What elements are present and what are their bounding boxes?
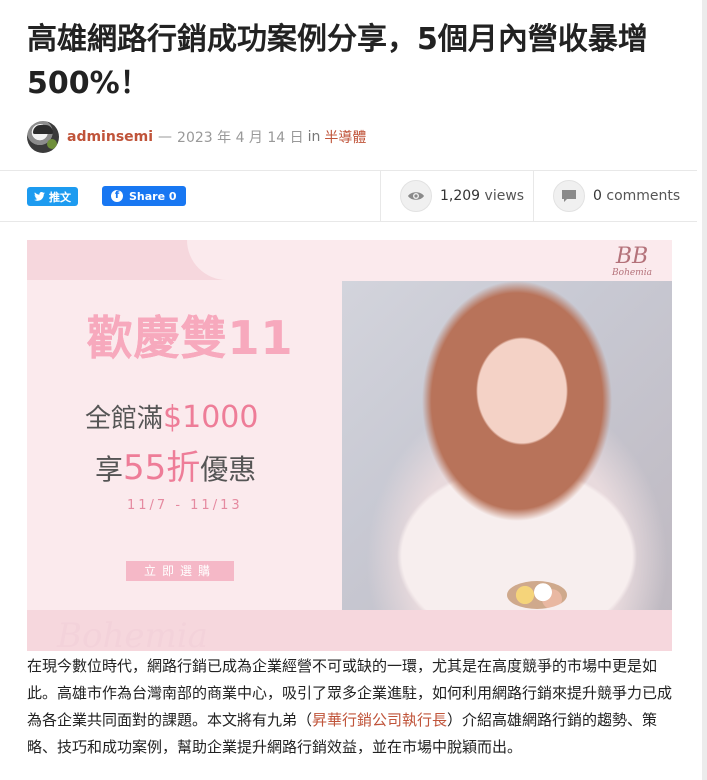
banner-top-wave <box>187 240 672 280</box>
eye-icon <box>400 180 432 212</box>
promo-dates: 11/7 - 11/13 <box>127 498 243 513</box>
shop-now-button[interactable]: 立即選購 <box>126 561 234 581</box>
views-label: views <box>484 188 525 204</box>
promo-title: 歡慶雙11 <box>86 311 294 365</box>
meta-in-word: in <box>307 129 321 145</box>
views-text: 1,209 views <box>440 188 524 204</box>
article-title: 高雄網路行銷成功案例分享，5個月內營收暴增500%！ <box>27 22 648 101</box>
facebook-share-label: Share 0 <box>129 189 177 203</box>
speech-bubble-icon <box>553 180 585 212</box>
scrollbar-track[interactable] <box>702 0 707 780</box>
banner-top-curve <box>27 240 192 280</box>
twitter-share-label: 推文 <box>49 190 71 204</box>
article-intro-paragraph: 在現今數位時代，網路行銷已成為企業經營不可或缺的一環，尤其是在高度競爭的市場中更… <box>27 653 672 761</box>
avatar-hat-shape <box>33 125 53 134</box>
views-counter: 1,209 views <box>380 171 534 221</box>
article-page: 高雄網路行銷成功案例分享，5個月內營收暴增500%！ adminsemi — 2… <box>0 0 707 780</box>
brand-logo-name: Bohemia <box>612 268 652 278</box>
bird-icon <box>34 192 45 201</box>
promo-threshold-line: 全館滿$1000 <box>85 398 258 435</box>
brand-logo: BB Bohemia <box>602 244 662 279</box>
brand-logo-mark: BB <box>615 244 649 269</box>
comments-text: 0 comments <box>593 188 680 204</box>
promo-threshold-prefix: 全館滿 <box>85 404 164 434</box>
author-title-link[interactable]: 昇華行銷公司執行長 <box>312 711 447 729</box>
author-link[interactable]: adminsemi <box>67 129 153 145</box>
comments-count: 0 <box>593 188 602 204</box>
promo-banner-image[interactable]: BB Bohemia 歡慶雙11 全館滿$1000 享55折優惠 11/7 - … <box>27 240 672 651</box>
flower-bouquet-shape <box>507 581 567 609</box>
views-count: 1,209 <box>440 188 481 204</box>
comments-label: comments <box>606 188 681 204</box>
publish-date: 2023 年 4 月 14 日 <box>177 130 304 146</box>
category-link[interactable]: 半導體 <box>324 127 366 147</box>
avatar-leaf-shape <box>47 139 57 149</box>
model-photo <box>342 281 672 610</box>
promo-discount-value: 55折 <box>123 448 201 488</box>
share-bar: 推文 f Share 0 1,209 views 0 comments <box>0 170 697 222</box>
twitter-share-button[interactable]: 推文 <box>27 187 78 206</box>
facebook-f-icon: f <box>111 190 123 202</box>
brand-watermark: Bohemia <box>57 616 208 651</box>
article-meta: adminsemi — 2023 年 4 月 14 日 in 半導體 <box>27 121 366 153</box>
comments-counter[interactable]: 0 comments <box>533 171 697 221</box>
facebook-share-button[interactable]: f Share 0 <box>102 186 186 206</box>
promo-threshold-price: $1000 <box>163 400 259 435</box>
promo-discount-prefix: 享 <box>95 453 124 486</box>
meta-separator: — <box>158 129 173 145</box>
promo-discount-suffix: 優惠 <box>200 453 257 486</box>
promo-discount-line: 享55折優惠 <box>95 440 256 489</box>
author-avatar[interactable] <box>27 121 59 153</box>
